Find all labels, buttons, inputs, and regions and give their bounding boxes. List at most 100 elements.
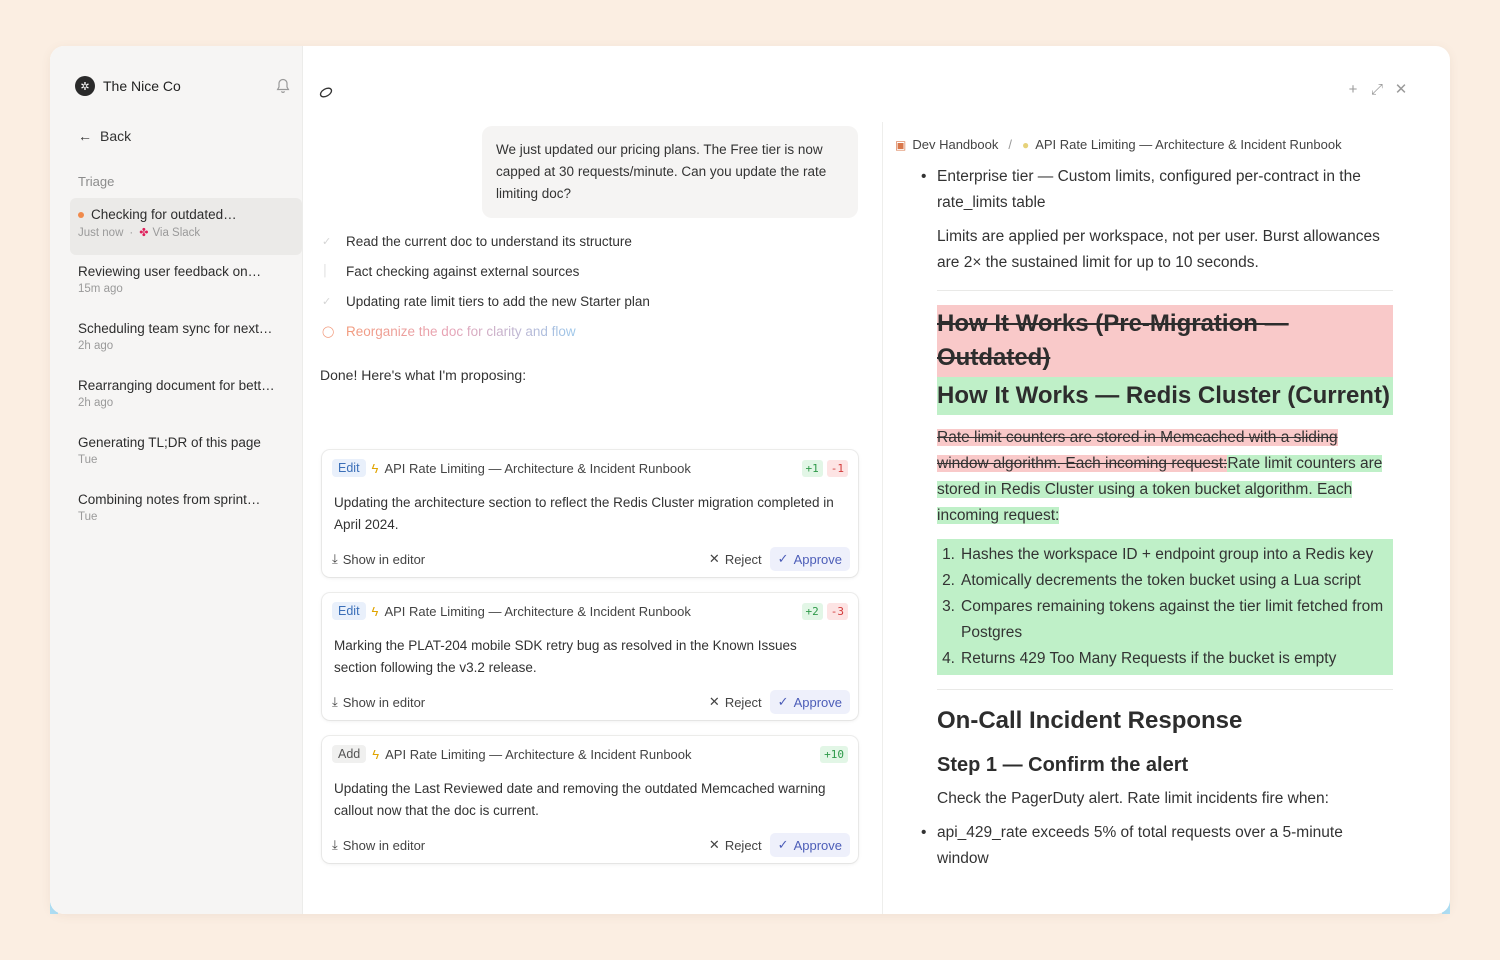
list-item: 3. Compares remaining tokens against the … [937, 594, 1393, 646]
approve-button[interactable]: ✓ Approve [769, 547, 850, 571]
proposal-card: Edit ϟ API Rate Limiting — Architecture … [322, 450, 858, 577]
agent-step: ✓ Updating rate limit tiers to add the ne… [322, 286, 650, 316]
proposal-intro: Done! Here's what I'm proposing: [320, 367, 527, 383]
step-label: Reorganize the doc for clarity and flow [346, 323, 576, 339]
x-icon: ✕ [708, 837, 720, 852]
bolt-icon: ϟ [371, 603, 379, 619]
check-icon: │ [322, 265, 329, 277]
proposal-card: Add ϟ API Rate Limiting — Architecture &… [322, 736, 858, 863]
triage-item-title: Reviewing user feedback on… [78, 264, 262, 279]
agent-steps: ✓ Read the current doc to understand its … [322, 226, 650, 346]
triage-item-time: 15m ago [78, 283, 123, 295]
triage-section-label: Triage [78, 174, 115, 189]
agent-step: ✓ Read the current doc to understand its … [322, 226, 650, 256]
additions-count: +2 [801, 602, 823, 620]
bell-icon[interactable] [276, 78, 290, 94]
slack-icon: ✤ [139, 227, 149, 239]
close-icon[interactable]: ✕ [1394, 81, 1408, 98]
step-label: Fact checking against external sources [346, 263, 580, 279]
step-label: Read the current doc to understand its s… [346, 233, 632, 249]
show-in-editor-button[interactable]: ⤓ Show in editor [332, 551, 425, 567]
triage-item[interactable]: Generating TL;DR of this page Tue [70, 426, 302, 483]
card-doc-title: API Rate Limiting — Architecture & Incid… [384, 460, 691, 476]
check-icon: ✓ [777, 837, 789, 852]
list-item-text: Atomically decrements the token bucket u… [961, 572, 1361, 589]
arrow-left-icon: ← [78, 128, 92, 144]
triage-item-time: 2h ago [78, 397, 114, 409]
breadcrumb-item[interactable]: API Rate Limiting — Architecture & Incid… [1035, 137, 1341, 152]
triage-item[interactable]: Checking for outdated… Just now · ✤ Via S… [70, 198, 302, 255]
breadcrumb: ▣ Dev Handbook / ● API Rate Limiting — A… [895, 137, 1342, 152]
back-button[interactable]: ← Back [78, 128, 131, 144]
plus-icon[interactable]: + [1346, 81, 1360, 98]
bolt-icon: ϟ [372, 746, 380, 762]
breadcrumb-item[interactable]: Dev Handbook [912, 137, 998, 152]
change-type-badge: Edit [332, 602, 366, 620]
sidebar: ✲ The Nice Co ← Back Triage Checking for… [50, 46, 303, 914]
card-description: Marking the PLAT-204 mobile SDK retry bu… [334, 638, 797, 675]
approve-button[interactable]: ✓ Approve [769, 833, 850, 857]
section-heading: On-Call Incident Response [937, 707, 1243, 734]
card-doc-title: API Rate Limiting — Architecture & Incid… [385, 746, 692, 762]
window-controls: + ⤢ ✕ [1346, 81, 1408, 99]
workspace-name: The Nice Co [103, 78, 181, 94]
inserted-heading: How It Works — Redis Cluster (Current) [937, 377, 1393, 415]
diff-paragraph: Rate limit counters are stored in Memcac… [937, 425, 1393, 529]
check-icon: ✓ [322, 235, 332, 248]
show-in-editor-button[interactable]: ⤓ Show in editor [332, 694, 425, 710]
card-description: Updating the architecture section to ref… [334, 495, 834, 532]
triage-item-title: Checking for outdated… [91, 207, 237, 222]
proposal-card: Edit ϟ API Rate Limiting — Architecture … [322, 593, 858, 720]
approve-button[interactable]: ✓ Approve [769, 690, 850, 714]
show-in-editor-button[interactable]: ⤓ Show in editor [332, 837, 425, 853]
check-icon: ✓ [777, 551, 789, 566]
reject-label: Reject [724, 694, 762, 710]
triage-item-time: 2h ago [78, 340, 114, 352]
document-panel: ▣ Dev Handbook / ● API Rate Limiting — A… [882, 122, 1418, 914]
approve-label: Approve [793, 837, 842, 853]
show-in-editor-label: Show in editor [342, 837, 426, 853]
doc-bullet: api_429_rate exceeds 5% of total request… [913, 820, 1393, 872]
triage-item[interactable]: Rearranging document for bett… 2h ago [70, 369, 302, 426]
expand-icon[interactable]: ⤢ [1370, 81, 1384, 98]
chat-panel: We just updated our pricing plans. The F… [304, 116, 882, 914]
handbook-icon: ▣ [895, 137, 907, 152]
triage-item-title: Rearranging document for bett… [78, 378, 275, 393]
list-item-text: Returns 429 Too Many Requests if the buc… [961, 650, 1337, 667]
show-in-editor-label: Show in editor [342, 551, 426, 567]
triage-item-title: Combining notes from sprint… [78, 492, 261, 507]
download-arrow-icon: ⤓ [332, 694, 338, 709]
divider [937, 689, 1393, 690]
doc-paragraph: Check the PagerDuty alert. Rate limit in… [937, 790, 1329, 807]
triage-item-time: Tue [78, 454, 98, 466]
check-icon: ✓ [322, 295, 332, 308]
triage-item[interactable]: Reviewing user feedback on… 15m ago [70, 255, 302, 312]
x-icon: ✕ [708, 551, 720, 566]
triage-item-title: Generating TL;DR of this page [78, 435, 261, 450]
triage-item[interactable]: Scheduling team sync for next… 2h ago [70, 312, 302, 369]
approve-label: Approve [793, 551, 842, 567]
triage-list: Checking for outdated… Just now · ✤ Via S… [70, 198, 302, 540]
workspace-logo-icon: ✲ [75, 76, 95, 96]
doc-bullet: Enterprise tier — Custom limits, configu… [913, 164, 1393, 216]
card-description: Updating the Last Reviewed date and remo… [334, 781, 826, 818]
spinner-icon: ◯ [322, 325, 335, 338]
download-arrow-icon: ⤓ [332, 551, 338, 566]
triage-item-title: Scheduling team sync for next… [78, 321, 273, 336]
separator-dot: · [129, 226, 134, 239]
deleted-heading: How It Works (Pre-Migration — Outdated) [937, 305, 1393, 377]
list-item: 2. Atomically decrements the token bucket… [937, 568, 1393, 594]
triage-item[interactable]: Combining notes from sprint… Tue [70, 483, 302, 540]
reject-button[interactable]: ✕ Reject [701, 694, 770, 710]
workspace-switcher[interactable]: ✲ The Nice Co [75, 76, 181, 96]
triage-item-time: Just now [78, 226, 124, 239]
reject-button[interactable]: ✕ Reject [701, 837, 770, 853]
list-item: 1. Hashes the workspace ID + endpoint gro… [937, 542, 1393, 568]
reject-button[interactable]: ✕ Reject [701, 551, 770, 567]
x-icon: ✕ [708, 694, 720, 709]
show-in-editor-label: Show in editor [342, 694, 426, 710]
unread-dot-icon [78, 211, 84, 218]
change-type-badge: Add [332, 745, 367, 763]
document-content: Enterprise tier — Custom limits, configu… [921, 164, 1393, 872]
deletions-count: -3 [826, 602, 848, 620]
